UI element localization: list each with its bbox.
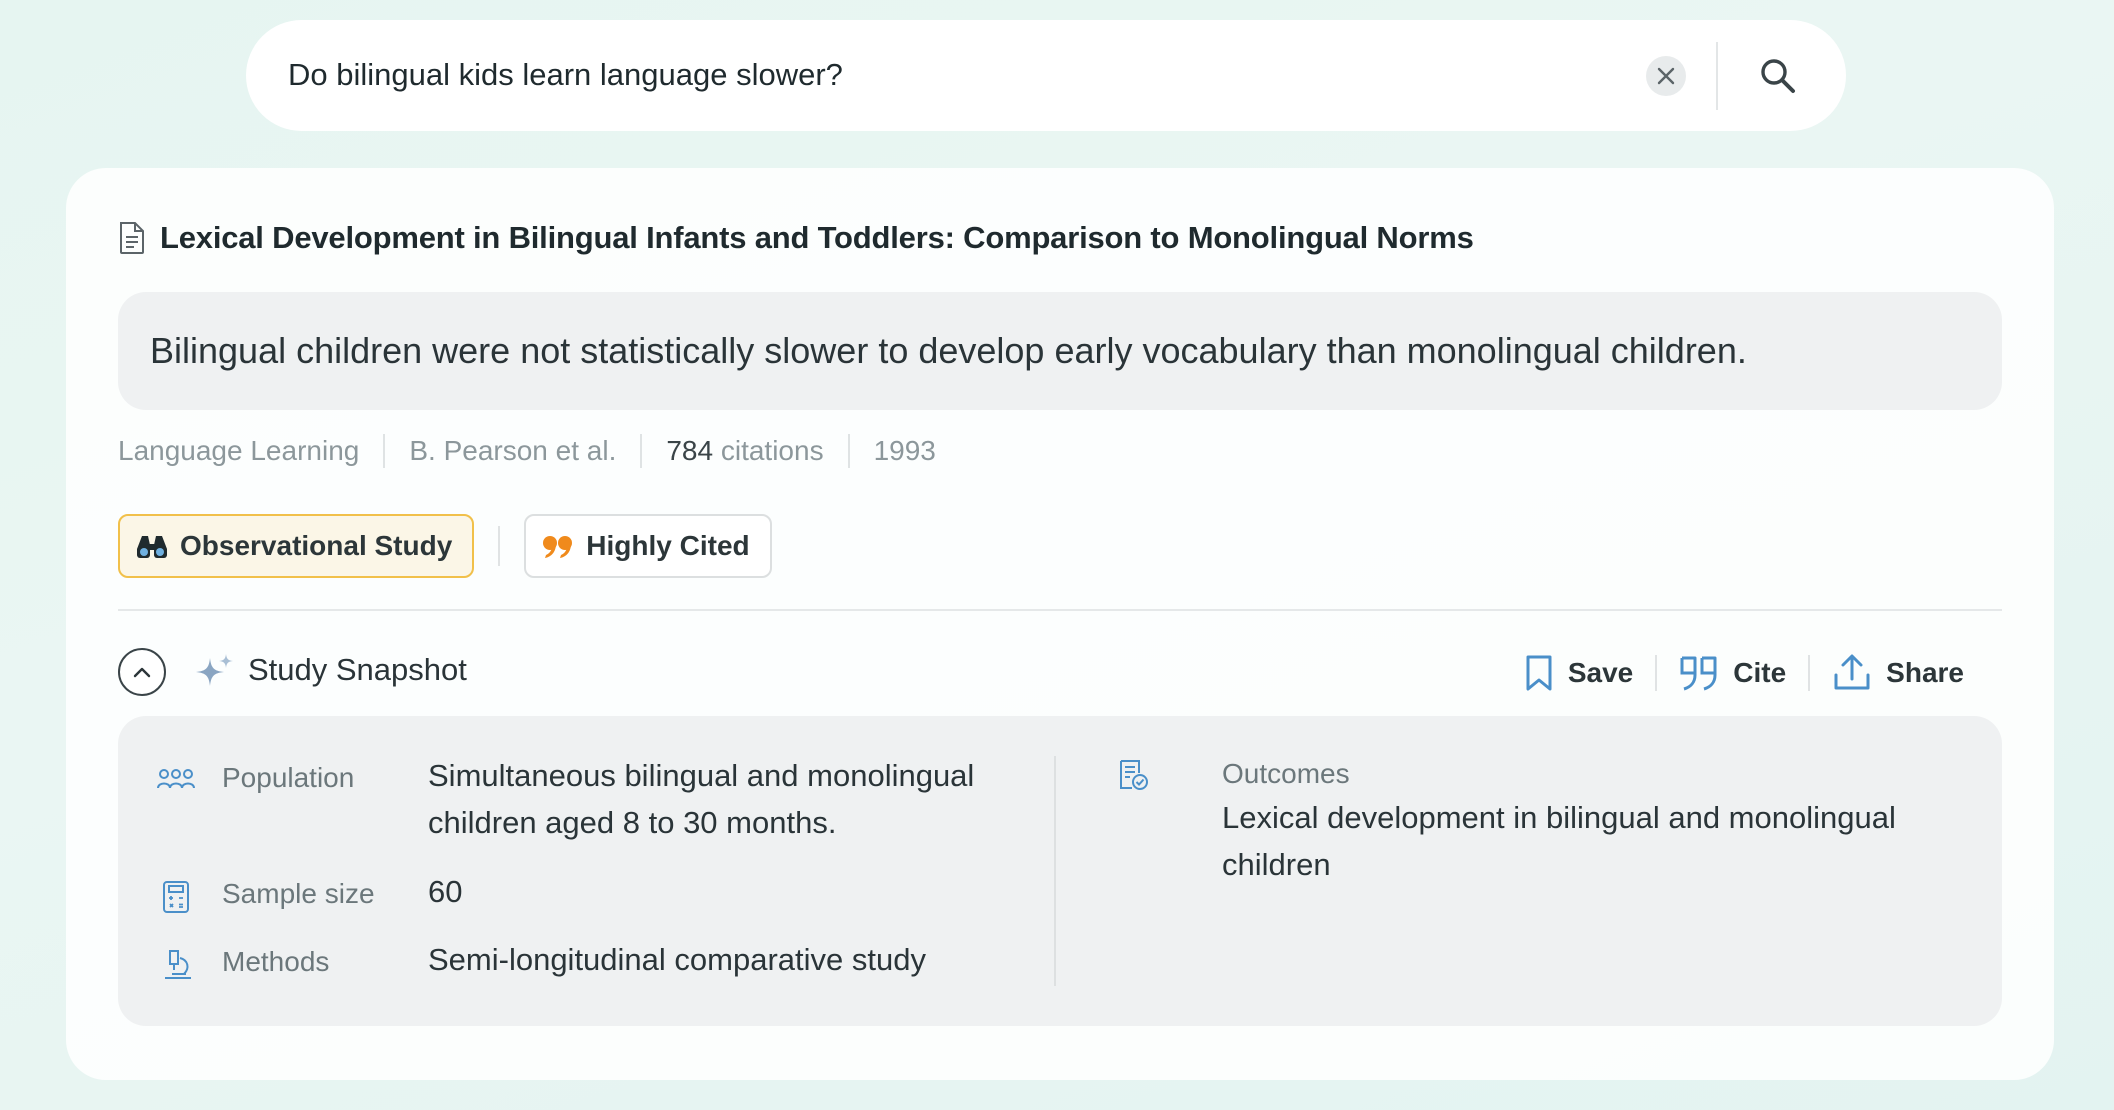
search-bar — [246, 20, 1846, 131]
paper-title[interactable]: Lexical Development in Bilingual Infants… — [160, 220, 1474, 256]
tag-label: Observational Study — [180, 530, 453, 561]
study-snapshot-panel: Population Simultaneous bilingual and mo… — [118, 716, 2002, 1026]
tag-label: Highly Cited — [586, 530, 750, 561]
tag-highly-cited[interactable]: Highly Cited — [524, 514, 772, 578]
sparkle-icon — [196, 654, 233, 686]
microscope-icon — [165, 950, 191, 979]
paper-title-row: Lexical Development in Bilingual Infants… — [118, 220, 1474, 256]
outcomes-icon — [1120, 760, 1148, 790]
snapshot-column-divider — [1054, 756, 1056, 986]
study-tags: Observational Study Highly Cited — [118, 514, 772, 578]
snapshot-actions: Save Cite Share — [1502, 644, 1986, 702]
search-icon — [1761, 59, 1795, 93]
search-input[interactable] — [288, 50, 1468, 100]
population-value-line-2: children aged 8 to 30 months. — [428, 805, 837, 840]
share-button[interactable]: Share — [1810, 653, 1986, 693]
quote-icon — [1680, 656, 1717, 691]
sample-size-value: 60 — [428, 874, 463, 909]
cite-label: Cite — [1733, 657, 1787, 688]
population-label: Population — [222, 762, 355, 793]
tag-separator — [498, 526, 501, 566]
quote-icon — [543, 536, 573, 558]
save-label: Save — [1567, 657, 1634, 688]
sample-size-label: Sample size — [222, 878, 375, 909]
share-label: Share — [1886, 657, 1964, 688]
snapshot-header: Study Snapshot Save Cite Share — [118, 644, 2002, 702]
calculator-icon — [163, 881, 189, 913]
key-finding: Bilingual children were not statisticall… — [118, 292, 2002, 410]
chevron-up-icon — [133, 667, 151, 678]
outcomes-value-line-2: children — [1222, 847, 1331, 882]
methods-label: Methods — [222, 946, 330, 977]
citations-label: citations — [720, 435, 824, 466]
paper-meta: Language Learning B. Pearson et al. 784 … — [118, 434, 960, 468]
methods-value: Semi-longitudinal comparative study — [428, 942, 926, 977]
citations[interactable]: 784 citations — [640, 434, 847, 468]
search-button[interactable] — [1746, 44, 1810, 108]
share-icon — [1834, 654, 1870, 690]
close-icon — [1657, 67, 1675, 85]
save-button[interactable]: Save — [1502, 654, 1655, 692]
tag-observational-study[interactable]: Observational Study — [118, 514, 475, 578]
snapshot-title: Study Snapshot — [248, 652, 467, 687]
population-value-line-1: Simultaneous bilingual and monolingual — [428, 758, 975, 793]
key-finding-text: Bilingual children were not statisticall… — [150, 330, 1747, 371]
document-icon — [120, 222, 144, 254]
journal-name[interactable]: Language Learning — [118, 434, 383, 468]
bookmark-icon — [1526, 655, 1552, 691]
search-divider — [1716, 42, 1718, 110]
cite-button[interactable]: Cite — [1657, 655, 1808, 691]
citation-count: 784 — [666, 435, 714, 466]
collapse-snapshot-button[interactable] — [118, 648, 166, 696]
population-icon — [157, 769, 195, 789]
outcomes-label: Outcomes — [1222, 758, 1350, 789]
authors[interactable]: B. Pearson et al. — [383, 434, 640, 468]
binoculars-icon — [137, 536, 167, 558]
publication-year: 1993 — [847, 434, 960, 468]
section-divider — [118, 609, 2002, 611]
outcomes-value-line-1: Lexical development in bilingual and mon… — [1222, 800, 1896, 835]
clear-search-button[interactable] — [1646, 56, 1686, 96]
result-card: Lexical Development in Bilingual Infants… — [66, 168, 2054, 1080]
